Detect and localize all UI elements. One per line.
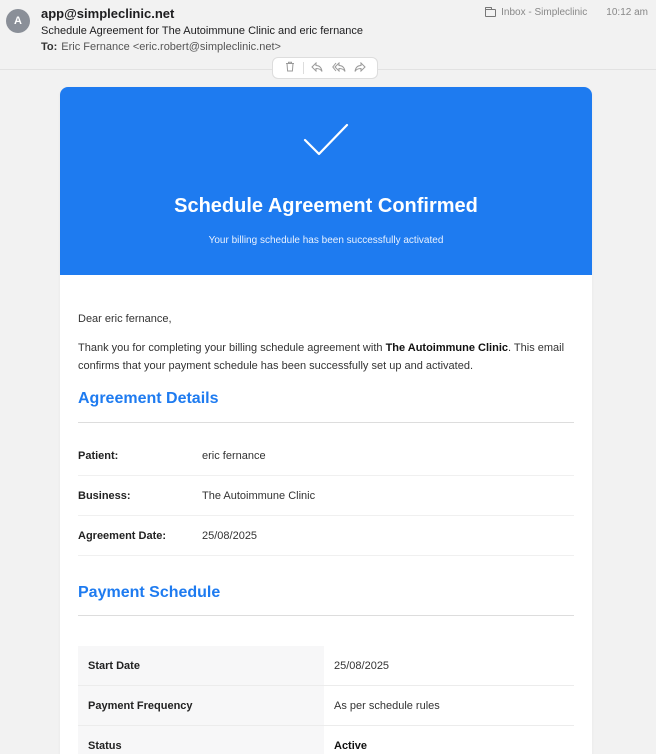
recipient-line: To: Eric Fernance <eric.robert@simpleclin…: [41, 41, 281, 53]
to-label: To:: [41, 41, 58, 53]
confirmation-subtitle: Your billing schedule has been successfu…: [208, 235, 444, 246]
detail-row-patient: Patient: eric fernance: [78, 436, 574, 476]
agreement-details-heading: Agreement Details: [78, 390, 219, 407]
message-toolbar: [272, 57, 378, 79]
intro-paragraph: Thank you for completing your billing sc…: [78, 339, 574, 375]
detail-row-business: Business: The Autoimmune Clinic: [78, 476, 574, 516]
status-value: Active: [334, 739, 368, 752]
payment-schedule-heading: Payment Schedule: [78, 584, 221, 601]
schedule-value: As per schedule rules: [334, 699, 440, 712]
section-divider: [78, 422, 574, 423]
schedule-label: Start Date: [78, 646, 324, 685]
folder-icon: [485, 6, 497, 17]
mail-meta: Inbox - Simpleclinic 10:12 am: [485, 6, 648, 18]
intro-text-start: Thank you for completing your billing sc…: [78, 342, 386, 354]
detail-value: 25/08/2025: [202, 529, 258, 542]
table-row: Status Active: [78, 726, 574, 754]
section-divider: [78, 615, 574, 616]
reply-icon[interactable]: [309, 61, 325, 75]
table-row: Start Date 25/08/2025: [78, 646, 574, 686]
payment-schedule-table: Start Date 25/08/2025 Payment Frequency …: [78, 646, 574, 754]
confirmation-hero: Schedule Agreement Confirmed Your billin…: [60, 87, 592, 275]
confirmation-title: Schedule Agreement Confirmed: [174, 195, 478, 217]
sender-address[interactable]: app@simpleclinic.net: [41, 6, 174, 21]
forward-icon[interactable]: [352, 61, 368, 75]
greeting: Dear eric fernance,: [78, 313, 172, 325]
received-time: 10:12 am: [606, 7, 648, 18]
schedule-label: Payment Frequency: [78, 686, 324, 725]
schedule-value: 25/08/2025: [334, 659, 390, 672]
avatar[interactable]: A: [6, 9, 30, 33]
email-subject: Schedule Agreement for The Autoimmune Cl…: [41, 25, 364, 37]
table-row: Payment Frequency As per schedule rules: [78, 686, 574, 726]
checkmark-icon: [303, 123, 349, 156]
detail-value: eric fernance: [202, 449, 266, 462]
reply-all-icon[interactable]: [331, 61, 347, 75]
schedule-label: Status: [78, 726, 324, 754]
detail-row-agreement-date: Agreement Date: 25/08/2025: [78, 516, 574, 556]
detail-label: Business:: [78, 489, 131, 502]
trash-icon[interactable]: [282, 61, 298, 75]
detail-label: Patient:: [78, 449, 119, 462]
mailbox-label[interactable]: Inbox - Simpleclinic: [501, 7, 587, 18]
detail-label: Agreement Date:: [78, 529, 167, 542]
detail-value: The Autoimmune Clinic: [202, 489, 316, 502]
recipient-address[interactable]: Eric Fernance <eric.robert@simpleclinic.…: [61, 41, 281, 53]
clinic-name: The Autoimmune Clinic: [385, 342, 508, 354]
toolbar-divider: [303, 62, 305, 74]
